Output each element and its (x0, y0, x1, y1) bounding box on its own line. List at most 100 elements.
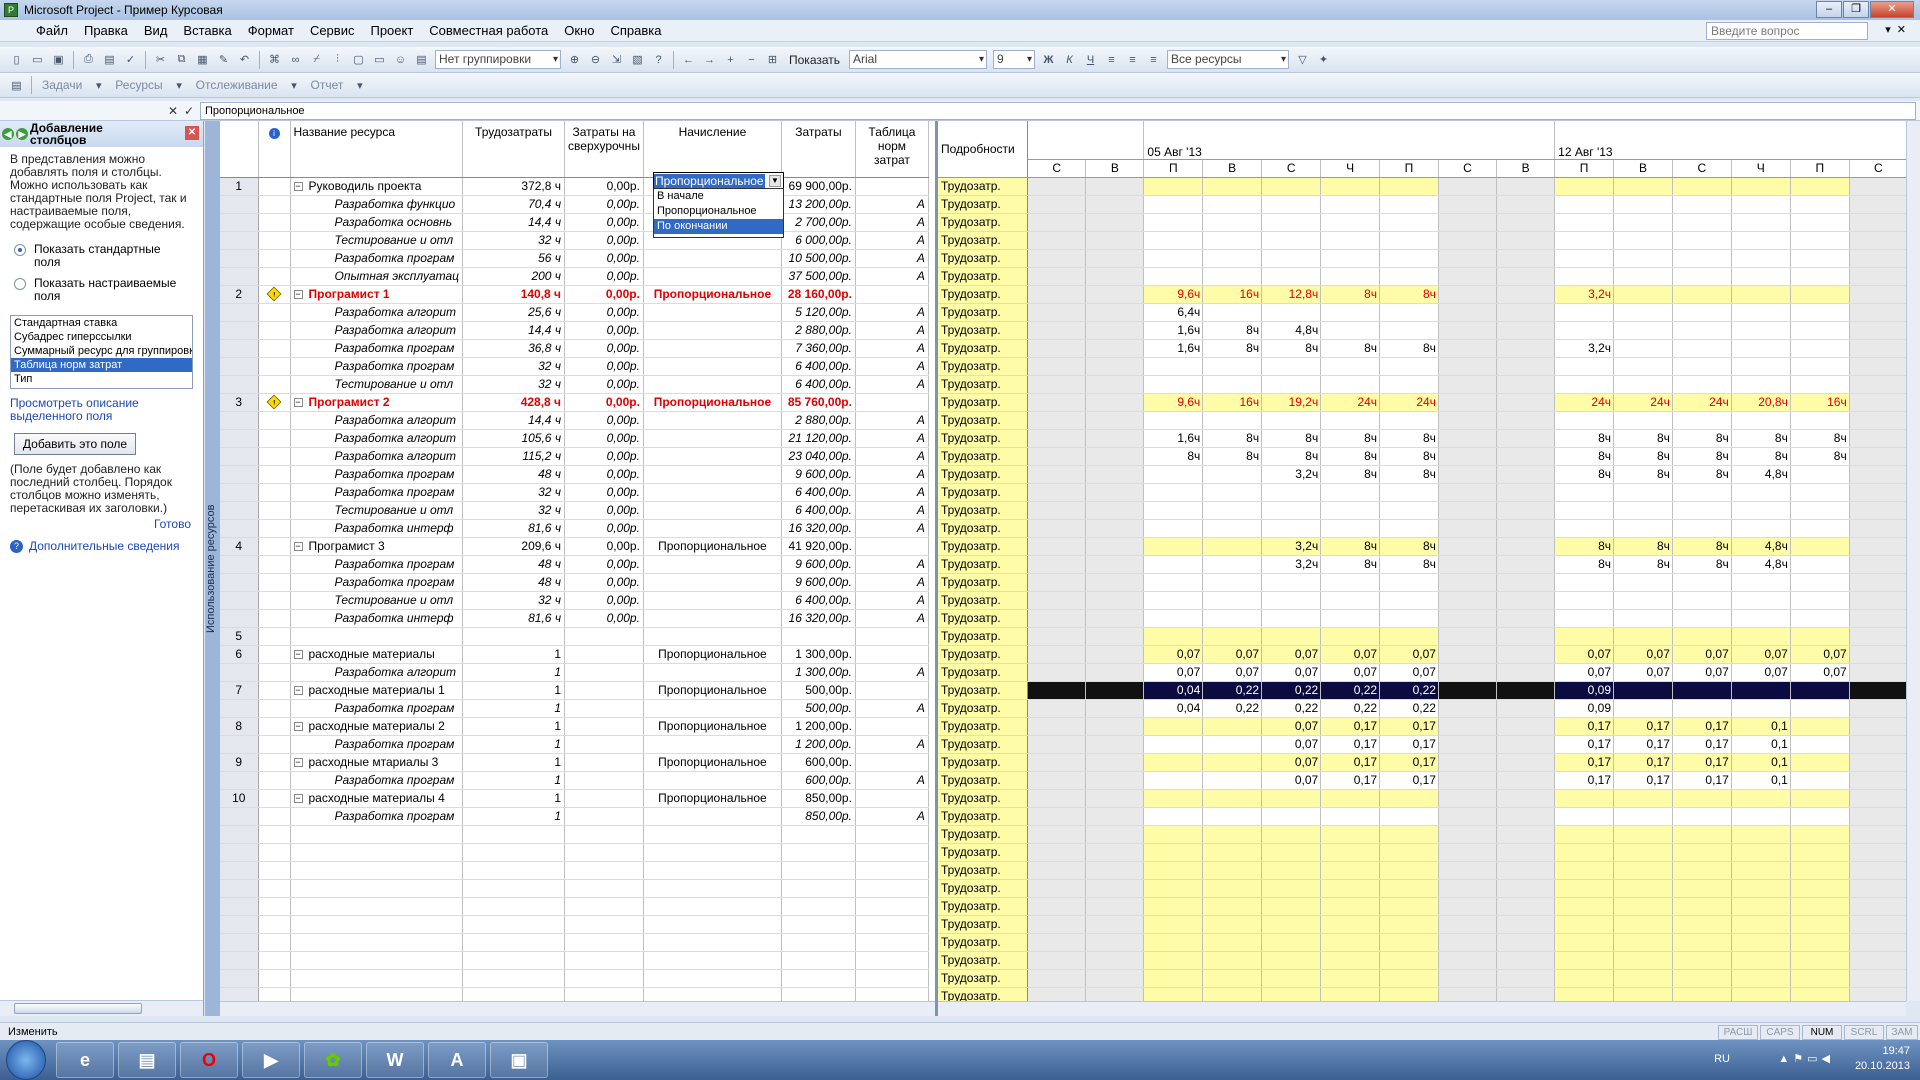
work-value-cell[interactable] (1261, 519, 1322, 538)
empty-cell[interactable] (855, 825, 929, 844)
work-value-cell[interactable] (1554, 411, 1615, 430)
work-value-cell[interactable] (1438, 663, 1498, 682)
work-value-cell[interactable] (1554, 213, 1615, 232)
work-value-cell[interactable]: 8ч (1320, 285, 1381, 304)
work-value-cell[interactable] (1672, 681, 1732, 700)
work-value-cell[interactable] (1438, 735, 1498, 754)
details-cell[interactable]: Трудозатр. (938, 267, 1029, 286)
work-value-cell[interactable] (1731, 177, 1791, 196)
work-value-cell[interactable] (1085, 501, 1145, 520)
work-cell[interactable]: 1 (462, 663, 566, 682)
work-value-cell[interactable] (1790, 231, 1850, 250)
work-value-cell[interactable]: 1,6ч (1143, 321, 1204, 340)
doc-window-controls[interactable]: ▾✕ (1885, 23, 1912, 36)
work-value-cell[interactable] (1085, 843, 1145, 862)
timephased-row[interactable]: Трудозатр. (938, 483, 1908, 502)
work-value-cell[interactable] (1672, 321, 1732, 340)
work-cell[interactable]: 32 ч (462, 591, 566, 610)
details-cell[interactable]: Трудозатр. (938, 807, 1029, 826)
empty-row[interactable] (220, 843, 929, 862)
work-value-cell[interactable] (1027, 573, 1087, 592)
resource-row[interactable]: 8− расходные материалы 2 1 Пропорциональное… (220, 717, 929, 736)
resource-row[interactable]: 2! − Програмист 1 140,8 ч 0,00р. Пропорционал… (220, 285, 929, 304)
cost-table-cell[interactable]: А (855, 447, 929, 466)
work-value-cell[interactable] (1320, 303, 1381, 322)
indicator-cell[interactable] (258, 411, 291, 430)
work-value-cell[interactable] (1496, 879, 1556, 898)
work-value-cell[interactable] (1261, 357, 1322, 376)
work-value-cell[interactable]: 16ч (1202, 393, 1263, 412)
details-cell[interactable]: Трудозатр. (938, 969, 1029, 988)
work-value-cell[interactable] (1379, 789, 1439, 808)
work-value-cell[interactable] (1849, 825, 1908, 844)
work-value-cell[interactable] (1790, 501, 1850, 520)
work-value-cell[interactable] (1613, 987, 1673, 1001)
timephased-row[interactable]: Трудозатр. 8ч 8ч 8ч 8ч 8ч 8ч 8ч 8ч 8ч 8ч (938, 447, 1908, 466)
empty-cell[interactable] (290, 897, 464, 916)
indicator-cell[interactable] (258, 537, 291, 556)
col-header-indicators[interactable]: i (258, 121, 291, 178)
work-value-cell[interactable] (1438, 231, 1498, 250)
work-value-cell[interactable] (1027, 285, 1087, 304)
empty-cell[interactable] (258, 897, 291, 916)
work-value-cell[interactable]: 24ч (1554, 393, 1615, 412)
work-value-cell[interactable] (1438, 645, 1498, 664)
work-value-cell[interactable] (1379, 861, 1439, 880)
cost-cell[interactable]: 2 880,00р. (781, 411, 856, 430)
dropdown-option-selected[interactable]: По окончании (654, 219, 783, 234)
work-value-cell[interactable]: 0,07 (1672, 645, 1732, 664)
work-value-cell[interactable] (1261, 951, 1322, 970)
overtime-cost-cell[interactable] (564, 681, 644, 700)
work-value-cell[interactable] (1027, 879, 1087, 898)
work-value-cell[interactable] (1085, 177, 1145, 196)
work-value-cell[interactable] (1613, 357, 1673, 376)
cost-table-cell[interactable]: А (855, 303, 929, 322)
cost-cell[interactable]: 69 900,00р. (781, 177, 856, 196)
cost-table-cell[interactable]: А (855, 411, 929, 430)
view-bar-label[interactable]: Использование ресурсов (205, 121, 220, 1016)
indicator-cell[interactable] (258, 645, 291, 664)
work-value-cell[interactable] (1379, 501, 1439, 520)
row-id[interactable] (220, 339, 259, 358)
details-cell[interactable]: Трудозатр. (938, 933, 1029, 952)
work-value-cell[interactable] (1379, 825, 1439, 844)
work-value-cell[interactable]: 8ч (1672, 537, 1732, 556)
work-value-cell[interactable]: 0,17 (1320, 771, 1381, 790)
pdf-icon[interactable]: A (428, 1042, 486, 1078)
cost-cell[interactable]: 16 320,00р. (781, 609, 856, 628)
empty-cell[interactable] (220, 861, 259, 880)
cost-cell[interactable] (781, 627, 856, 646)
work-value-cell[interactable]: 8ч (1379, 285, 1439, 304)
cost-table-cell[interactable]: А (855, 357, 929, 376)
timephased-row[interactable]: Трудозатр. 0,07 0,17 0,17 0,17 0,17 0,17 0,1 (938, 735, 1908, 754)
work-value-cell[interactable]: 0,17 (1672, 717, 1732, 736)
work-value-cell[interactable] (1496, 861, 1556, 880)
work-value-cell[interactable] (1438, 969, 1498, 988)
details-cell[interactable]: Трудозатр. (938, 825, 1029, 844)
resource-name-cell[interactable]: Тестирование и отл (290, 231, 464, 250)
radio-custom-fields[interactable]: Показать настраиваемые поля (0, 275, 203, 305)
work-value-cell[interactable] (1496, 843, 1556, 862)
empty-cell[interactable] (855, 951, 929, 970)
work-value-cell[interactable] (1496, 753, 1556, 772)
work-value-cell[interactable] (1672, 339, 1732, 358)
work-value-cell[interactable] (1496, 447, 1556, 466)
resource-name-cell[interactable]: Разработка програм (290, 699, 464, 718)
row-id[interactable]: 9 (220, 753, 259, 772)
accrue-cell[interactable]: Пропорциональное (643, 537, 782, 556)
work-value-cell[interactable] (1143, 519, 1204, 538)
empty-cell[interactable] (462, 915, 566, 934)
work-value-cell[interactable] (1554, 951, 1615, 970)
details-cell[interactable]: Трудозатр. (938, 573, 1029, 592)
work-value-cell[interactable]: 16ч (1790, 393, 1850, 412)
work-value-cell[interactable]: 8ч (1554, 555, 1615, 574)
overtime-cost-cell[interactable] (564, 753, 644, 772)
row-id[interactable] (220, 807, 259, 826)
work-value-cell[interactable] (1085, 771, 1145, 790)
assignment-row[interactable]: Опытная эксплуатац 200 ч 0,00р. 37 500,00р.… (220, 267, 929, 286)
work-value-cell[interactable]: 8ч (1379, 339, 1439, 358)
empty-cell[interactable] (258, 951, 291, 970)
notes-icon[interactable]: ▭ (371, 52, 388, 68)
overtime-cost-cell[interactable] (564, 699, 644, 718)
work-value-cell[interactable] (1554, 609, 1615, 628)
